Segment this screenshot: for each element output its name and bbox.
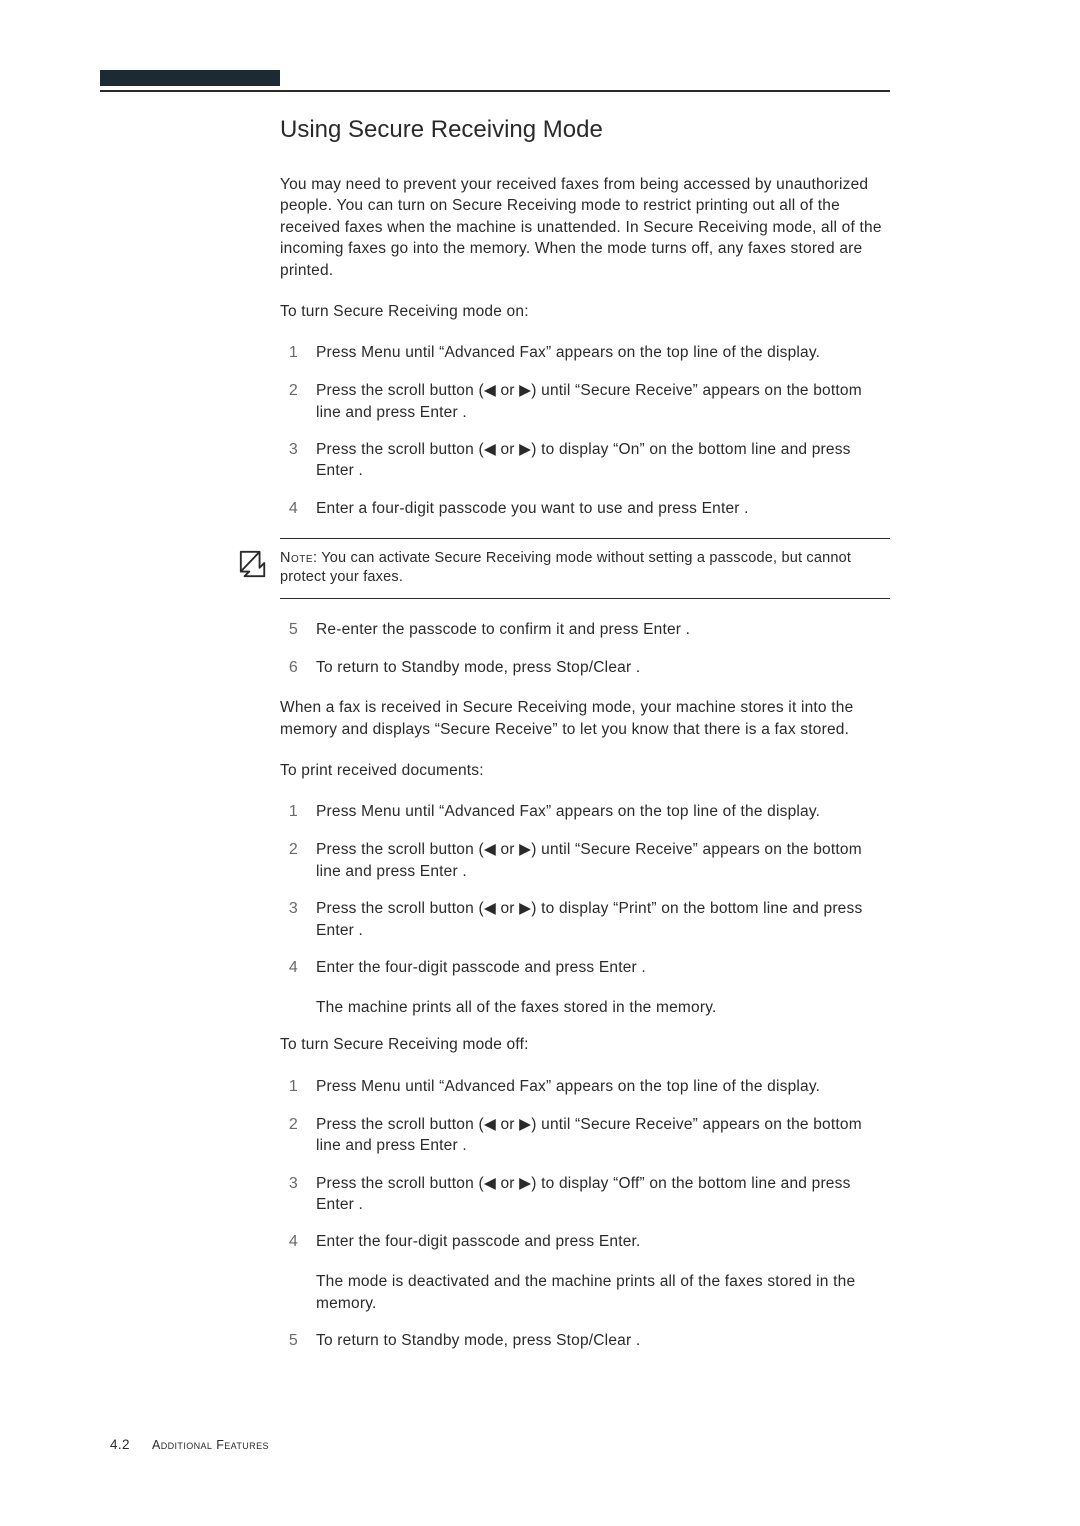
step-text: To return to Standby mode, press Stop/Cl… <box>316 657 890 679</box>
mid-paragraph: When a fax is received in Secure Receivi… <box>280 697 890 740</box>
section-title: Using Secure Receiving Mode <box>280 116 890 144</box>
proc-b-lead: To print received documents: <box>280 760 890 781</box>
step-text: Re-enter the passcode to confirm it and … <box>316 619 890 641</box>
list-item: 2 Press the scroll button (◀ or ▶) until … <box>280 380 890 423</box>
step-number: 2 <box>280 839 298 882</box>
step-number: 2 <box>280 1114 298 1157</box>
step-text: Press Menu until “Advanced Fax” appears … <box>316 801 890 823</box>
step-text: Press Menu until “Advanced Fax” appears … <box>316 1076 890 1098</box>
step-text: To return to Standby mode, press Stop/Cl… <box>316 1330 890 1352</box>
step-text: Enter the four-digit passcode and press … <box>316 957 890 979</box>
note-icon <box>238 549 268 579</box>
header-thin-rule <box>100 90 890 92</box>
proc-c-lead: To turn Secure Receiving mode off: <box>280 1034 890 1055</box>
proc-a-steps: 1 Press Menu until “Advanced Fax” appears… <box>280 342 890 520</box>
list-item: 4 Enter a four-digit passcode you want to… <box>280 498 890 520</box>
step-text: Press the scroll button (◀ or ▶) to disp… <box>316 1173 890 1216</box>
list-item: 1 Press Menu until “Advanced Fax” appears… <box>280 1076 890 1098</box>
step-text: Enter a four-digit passcode you want to … <box>316 498 890 520</box>
proc-a-lead: To turn Secure Receiving mode on: <box>280 301 890 322</box>
page-footer: 4.2 Additional Features <box>110 1437 269 1452</box>
step-text: Press the scroll button (◀ or ▶) to disp… <box>316 898 890 941</box>
step-number: 5 <box>280 619 298 641</box>
step-text: Press Menu until “Advanced Fax” appears … <box>316 342 890 364</box>
step-number: 5 <box>280 1330 298 1352</box>
step-number: 1 <box>280 801 298 823</box>
list-item: 2 Press the scroll button (◀ or ▶) until … <box>280 839 890 882</box>
step-number: 1 <box>280 342 298 364</box>
proc-c-steps: 1 Press Menu until “Advanced Fax” appears… <box>280 1076 890 1254</box>
note-block: Note: You can activate Secure Receiving … <box>280 538 890 599</box>
list-item: 1 Press Menu until “Advanced Fax” appears… <box>280 342 890 364</box>
step-number: 2 <box>280 380 298 423</box>
proc-c-steps-cont: 5 To return to Standby mode, press Stop/C… <box>280 1330 890 1352</box>
proc-b-steps: 1 Press Menu until “Advanced Fax” appears… <box>280 801 890 979</box>
step-number: 4 <box>280 498 298 520</box>
list-item: 2 Press the scroll button (◀ or ▶) until … <box>280 1114 890 1157</box>
step-text: Press the scroll button (◀ or ▶) until “… <box>316 1114 890 1157</box>
intro-paragraph: You may need to prevent your received fa… <box>280 174 890 281</box>
list-item: 4 Enter the four-digit passcode and press… <box>280 957 890 979</box>
manual-page: Using Secure Receiving Mode You may need… <box>0 0 1080 1526</box>
step-text: Press the scroll button (◀ or ▶) until “… <box>316 380 890 423</box>
list-item: 5 To return to Standby mode, press Stop/C… <box>280 1330 890 1352</box>
step-number: 4 <box>280 957 298 979</box>
note-text: : You can activate Secure Receiving mode… <box>280 550 851 586</box>
list-item: 3 Press the scroll button (◀ or ▶) to dis… <box>280 1173 890 1216</box>
list-item: 5 Re-enter the passcode to confirm it and… <box>280 619 890 641</box>
content-column: Using Secure Receiving Mode You may need… <box>280 116 890 1352</box>
step-number: 3 <box>280 898 298 941</box>
step-number: 1 <box>280 1076 298 1098</box>
proc-a-steps-cont: 5 Re-enter the passcode to confirm it and… <box>280 619 890 679</box>
list-item: 4 Enter the four-digit passcode and press… <box>280 1231 890 1253</box>
step-number: 6 <box>280 657 298 679</box>
step-text: Enter the four-digit passcode and press … <box>316 1231 890 1253</box>
note-label: Note <box>280 550 313 566</box>
proc-b-tail: The machine prints all of the faxes stor… <box>316 997 890 1018</box>
step-number: 3 <box>280 1173 298 1216</box>
step-number: 3 <box>280 439 298 482</box>
header-thick-rule <box>100 70 280 86</box>
step-text: Press the scroll button (◀ or ▶) until “… <box>316 839 890 882</box>
list-item: 3 Press the scroll button (◀ or ▶) to dis… <box>280 898 890 941</box>
chapter-label: Additional Features <box>152 1438 269 1452</box>
list-item: 1 Press Menu until “Advanced Fax” appears… <box>280 801 890 823</box>
step-number: 4 <box>280 1231 298 1253</box>
step-text: Press the scroll button (◀ or ▶) to disp… <box>316 439 890 482</box>
list-item: 6 To return to Standby mode, press Stop/C… <box>280 657 890 679</box>
proc-c-tail: The mode is deactivated and the machine … <box>316 1271 890 1314</box>
page-number: 4.2 <box>110 1437 130 1452</box>
list-item: 3 Press the scroll button (◀ or ▶) to dis… <box>280 439 890 482</box>
